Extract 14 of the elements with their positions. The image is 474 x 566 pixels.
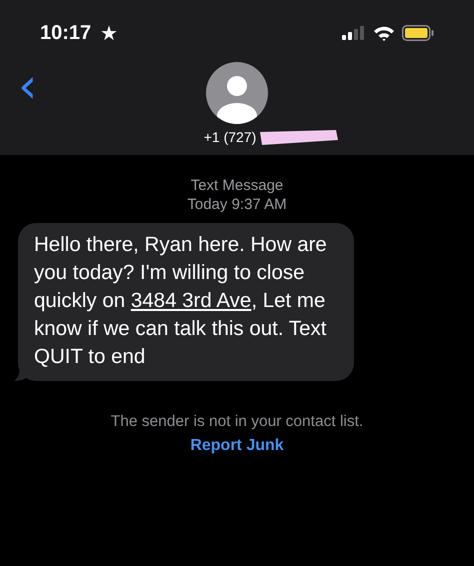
address-link[interactable]: 3484 3rd Ave (130, 289, 252, 312)
avatar-icon (206, 62, 268, 124)
contact-number[interactable]: +1 (727) (204, 129, 256, 145)
back-button[interactable]: ‹ (14, 66, 42, 106)
message-bubble: Hello there, Ryan here. How are you today? I'm willing to close quickly on 3484 3rd Ave, Let me know if we can talk this out. Text QUIT to end (18, 223, 354, 381)
star-icon: ★ (100, 20, 118, 46)
service-label: Text Message (190, 177, 284, 194)
wifi-icon (373, 25, 395, 41)
status-time: 10:17 (40, 22, 92, 44)
report-junk-link[interactable]: Report Junk (190, 437, 284, 455)
notice-text: The sender is not in your contact list. (110, 413, 364, 431)
message-timestamp: Today 9:37 AM (187, 196, 287, 213)
battery-icon (402, 25, 434, 41)
signal-icon (342, 26, 366, 40)
